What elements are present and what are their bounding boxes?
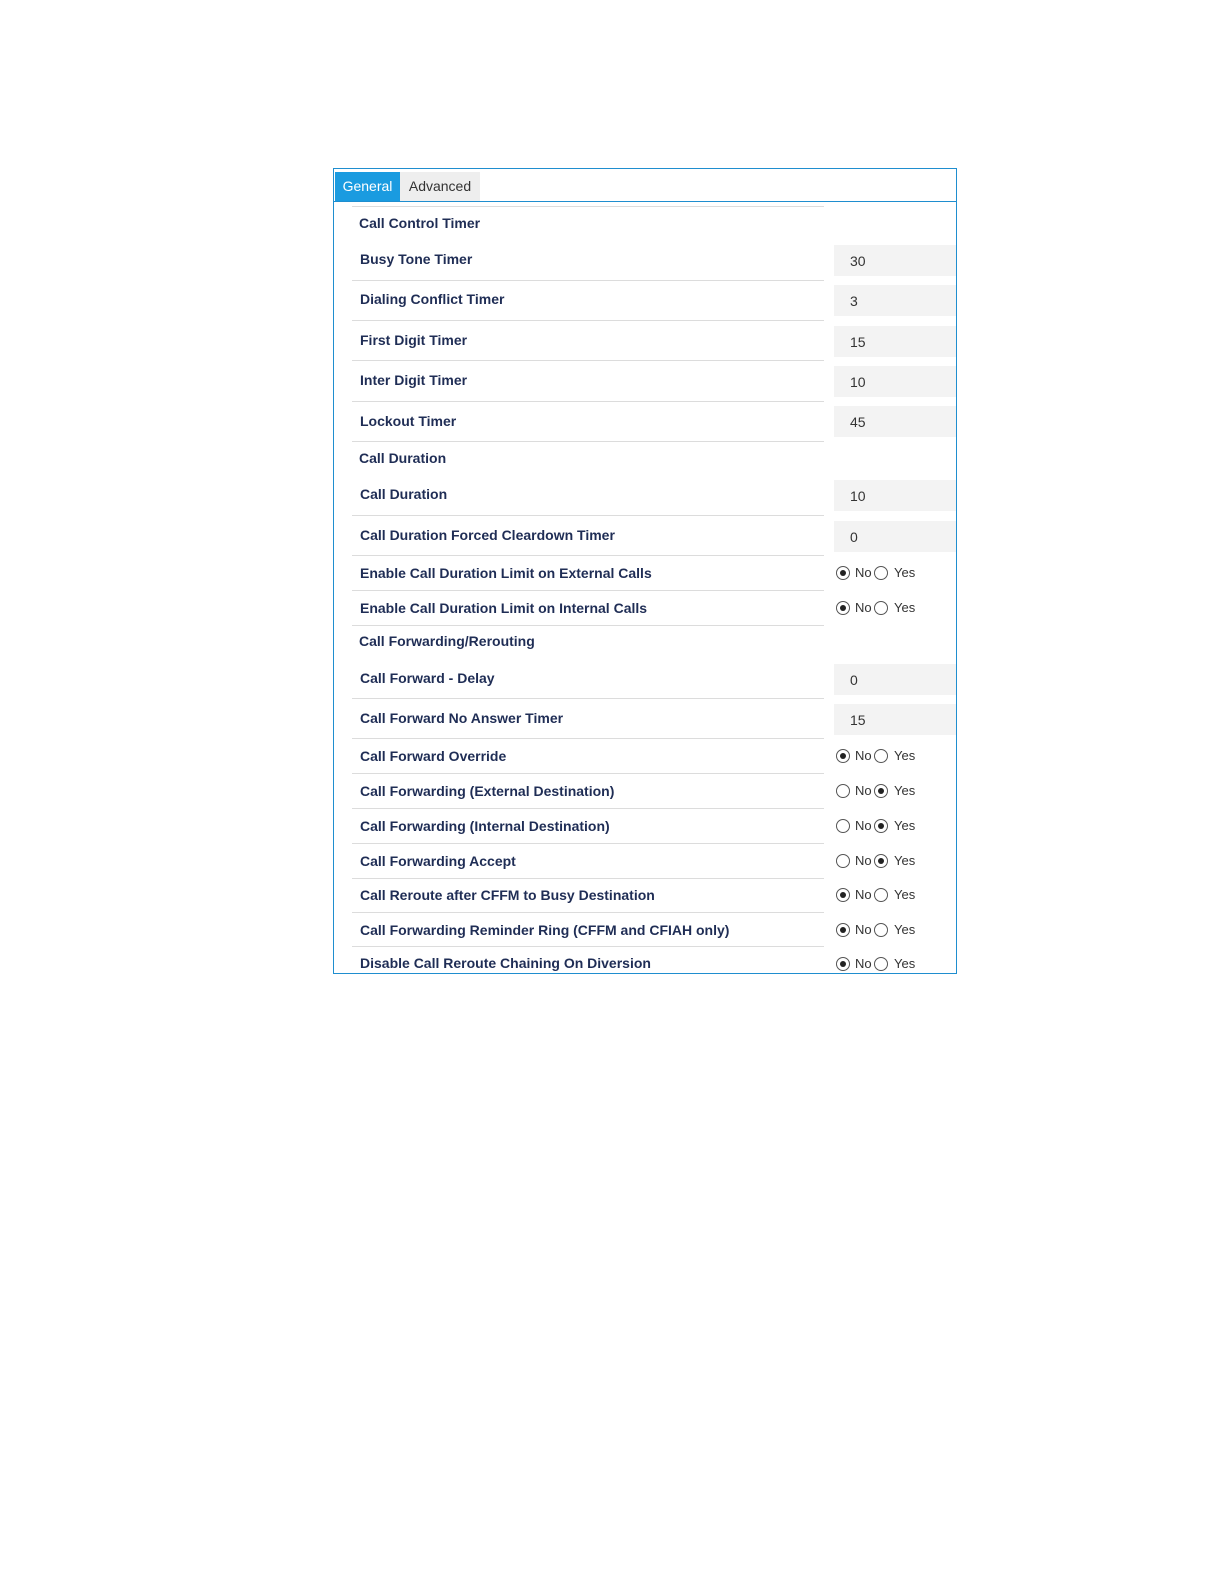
no-radio[interactable] (836, 566, 850, 580)
no-radio-label: No (855, 818, 872, 833)
call-forwarding-accept-label: Call Forwarding Accept (360, 853, 516, 869)
call-forward-no-answer-timer-label: Call Forward No Answer Timer (360, 710, 564, 726)
section-heading-call-control-timer: Call Control Timer (359, 215, 481, 231)
yes-radio[interactable] (874, 888, 888, 902)
no-radio-label: No (855, 887, 872, 902)
no-radio[interactable] (836, 888, 850, 902)
inter-digit-timer-label: Inter Digit Timer (360, 372, 468, 388)
call-duration-input[interactable] (834, 480, 956, 511)
call-forward-delay-label: Call Forward - Delay (360, 670, 495, 686)
dialing-conflict-timer-input[interactable] (834, 285, 956, 316)
call-forwarding-internal-label: Call Forwarding (Internal Destination) (360, 818, 610, 834)
disable-call-reroute-chaining-label: Disable Call Reroute Chaining On Diversi… (360, 955, 651, 971)
yes-radio-label: Yes (894, 748, 916, 763)
divider (352, 843, 824, 844)
yes-radio-label: Yes (894, 853, 916, 868)
yes-radio[interactable] (874, 819, 888, 833)
call-forward-override-label: Call Forward Override (360, 748, 507, 764)
no-radio[interactable] (836, 784, 850, 798)
yes-radio-label: Yes (894, 922, 916, 937)
divider (352, 590, 824, 591)
settings-panel: General Advanced Call Control Timer Busy… (333, 168, 957, 974)
busy-tone-timer-input[interactable] (834, 245, 956, 276)
enable-limit-external-label: Enable Call Duration Limit on External C… (360, 565, 652, 581)
divider (352, 360, 824, 361)
divider (352, 280, 824, 281)
no-radio-label: No (855, 922, 872, 937)
enable-limit-internal-label: Enable Call Duration Limit on Internal C… (360, 600, 648, 616)
no-radio[interactable] (836, 601, 850, 615)
divider (352, 808, 824, 809)
divider (352, 698, 824, 699)
divider (352, 515, 824, 516)
section-heading-call-duration: Call Duration (359, 450, 447, 466)
section-heading-call-forwarding: Call Forwarding/Rerouting (359, 633, 535, 649)
tab-bar: General Advanced (334, 169, 956, 202)
call-forward-no-answer-timer-input[interactable] (834, 704, 956, 735)
no-radio-label: No (855, 853, 872, 868)
divider (352, 555, 824, 556)
no-radio-label: No (855, 565, 872, 580)
yes-radio-label: Yes (894, 887, 916, 902)
no-radio[interactable] (836, 923, 850, 937)
no-radio-label: No (855, 956, 872, 971)
no-radio-label: No (855, 748, 872, 763)
yes-radio[interactable] (874, 854, 888, 868)
yes-radio[interactable] (874, 749, 888, 763)
yes-radio-label: Yes (894, 565, 916, 580)
tab-advanced[interactable]: Advanced (400, 172, 480, 201)
first-digit-timer-label: First Digit Timer (360, 332, 468, 348)
no-radio-label: No (855, 783, 872, 798)
yes-radio-label: Yes (894, 783, 916, 798)
yes-radio-label: Yes (894, 600, 916, 615)
divider (352, 773, 824, 774)
divider (352, 946, 824, 947)
busy-tone-timer-label: Busy Tone Timer (360, 251, 473, 267)
lockout-timer-input[interactable] (834, 406, 956, 437)
divider (352, 912, 824, 913)
tab-general[interactable]: General (335, 172, 400, 201)
no-radio[interactable] (836, 819, 850, 833)
yes-radio[interactable] (874, 923, 888, 937)
yes-radio[interactable] (874, 957, 888, 971)
divider (352, 441, 824, 442)
no-radio[interactable] (836, 854, 850, 868)
divider (352, 206, 824, 207)
dialing-conflict-timer-label: Dialing Conflict Timer (360, 291, 505, 307)
yes-radio[interactable] (874, 566, 888, 580)
divider (352, 625, 824, 626)
divider (352, 738, 824, 739)
divider (352, 878, 824, 879)
yes-radio-label: Yes (894, 818, 916, 833)
call-reroute-cffm-busy-label: Call Reroute after CFFM to Busy Destinat… (360, 887, 655, 903)
call-forwarding-reminder-ring-label: Call Forwarding Reminder Ring (CFFM and … (360, 922, 730, 938)
divider (352, 320, 824, 321)
lockout-timer-label: Lockout Timer (360, 413, 457, 429)
yes-radio[interactable] (874, 601, 888, 615)
no-radio-label: No (855, 600, 872, 615)
call-forwarding-external-label: Call Forwarding (External Destination) (360, 783, 615, 799)
yes-radio-label: Yes (894, 956, 916, 971)
call-duration-forced-cleardown-timer-label: Call Duration Forced Cleardown Timer (360, 527, 615, 543)
call-forward-delay-input[interactable] (834, 664, 956, 695)
no-radio[interactable] (836, 957, 850, 971)
call-duration-label: Call Duration (360, 486, 448, 502)
inter-digit-timer-input[interactable] (834, 366, 956, 397)
call-duration-forced-cleardown-timer-input[interactable] (834, 521, 956, 552)
yes-radio[interactable] (874, 784, 888, 798)
no-radio[interactable] (836, 749, 850, 763)
first-digit-timer-input[interactable] (834, 326, 956, 357)
divider (352, 401, 824, 402)
